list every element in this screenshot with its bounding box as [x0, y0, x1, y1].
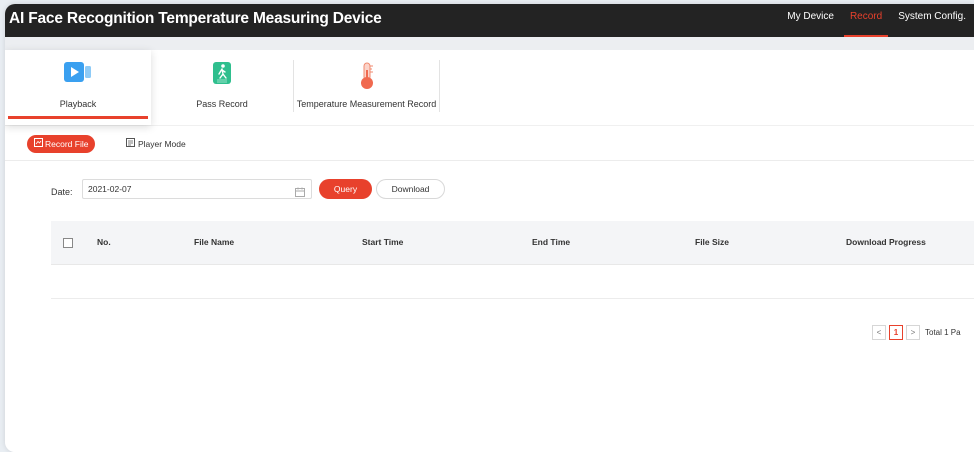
video-icon: [64, 62, 92, 87]
mode-bar: Record File Player Mode: [5, 125, 974, 161]
tab-temperature-record[interactable]: Temperature Measurement Record: [294, 50, 439, 125]
query-button[interactable]: Query: [319, 179, 372, 199]
walking-person-icon: [213, 62, 231, 89]
nav-my-device[interactable]: My Device: [779, 4, 842, 37]
calendar-icon[interactable]: [295, 184, 305, 202]
top-bar: AI Face Recognition Temperature Measurin…: [5, 4, 974, 37]
tab-temperature-record-label: Temperature Measurement Record: [296, 99, 437, 109]
col-file-size: File Size: [695, 237, 730, 247]
col-start-time: Start Time: [362, 237, 404, 247]
record-file-button[interactable]: Record File: [27, 135, 96, 153]
tab-divider: [439, 60, 440, 112]
date-field[interactable]: 2021-02-07: [82, 179, 312, 199]
thermometer-icon: [359, 62, 375, 95]
col-end-time: End Time: [532, 237, 571, 247]
table-footer-line: [51, 298, 974, 299]
record-tabs: Playback Pass Record Temperature Measure…: [5, 50, 974, 125]
app-window: AI Face Recognition Temperature Measurin…: [5, 4, 974, 452]
date-label: Date:: [51, 187, 73, 197]
record-file-icon: [34, 135, 43, 153]
nav-record[interactable]: Record: [842, 4, 890, 37]
table-header: No. File Name Start Time End Time File S…: [51, 221, 974, 265]
tab-playback[interactable]: Playback: [5, 50, 151, 125]
nav-system-config[interactable]: System Config.: [890, 4, 974, 37]
next-page-button[interactable]: >: [906, 325, 920, 340]
top-strip: [5, 37, 974, 50]
player-mode-label: Player Mode: [138, 139, 186, 149]
player-mode-button[interactable]: Player Mode: [126, 135, 186, 153]
record-file-label: Record File: [45, 139, 89, 149]
tab-playback-label: Playback: [59, 99, 97, 109]
tab-pass-record-label: Pass Record: [196, 99, 248, 109]
select-all-checkbox[interactable]: [63, 238, 73, 248]
player-mode-icon: [126, 135, 135, 153]
top-nav: My Device Record System Config.: [779, 4, 974, 37]
date-value: 2021-02-07: [88, 184, 132, 194]
col-no: No.: [97, 237, 111, 247]
download-button[interactable]: Download: [376, 179, 445, 199]
total-pages-text: Total 1 Pa: [925, 328, 961, 337]
tab-pass-record[interactable]: Pass Record: [151, 50, 293, 125]
col-download-progress: Download Progress: [846, 237, 926, 247]
page-number-current[interactable]: 1: [889, 325, 903, 340]
active-tab-indicator: [8, 116, 148, 119]
prev-page-button[interactable]: <: [872, 325, 886, 340]
col-file-name: File Name: [194, 237, 235, 247]
app-title: AI Face Recognition Temperature Measurin…: [9, 10, 382, 27]
pagination: < 1 > Total 1 Pa: [872, 325, 961, 340]
main-content: Date: 2021-02-07 Query Download No. File…: [5, 161, 974, 452]
